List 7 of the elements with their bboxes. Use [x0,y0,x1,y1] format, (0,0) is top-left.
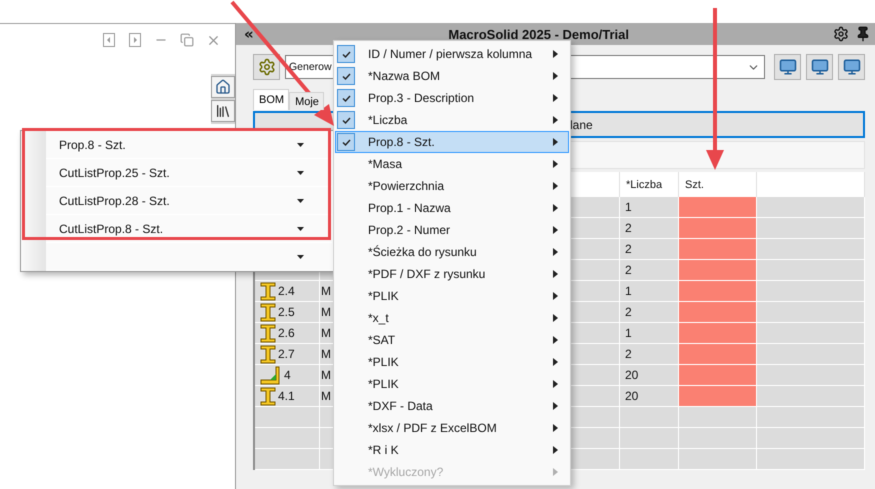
table-cell: 2.6 [255,323,320,344]
table-cell: 2.7 [255,344,320,365]
table-cell: 4.1 [255,386,320,407]
table-cell: 2.4 [255,281,320,302]
window-title: MacroSolid 2025 - Demo/Trial [447,26,630,42]
table-cell: 2.5 [255,302,320,323]
table-cell: 4 [255,365,320,386]
